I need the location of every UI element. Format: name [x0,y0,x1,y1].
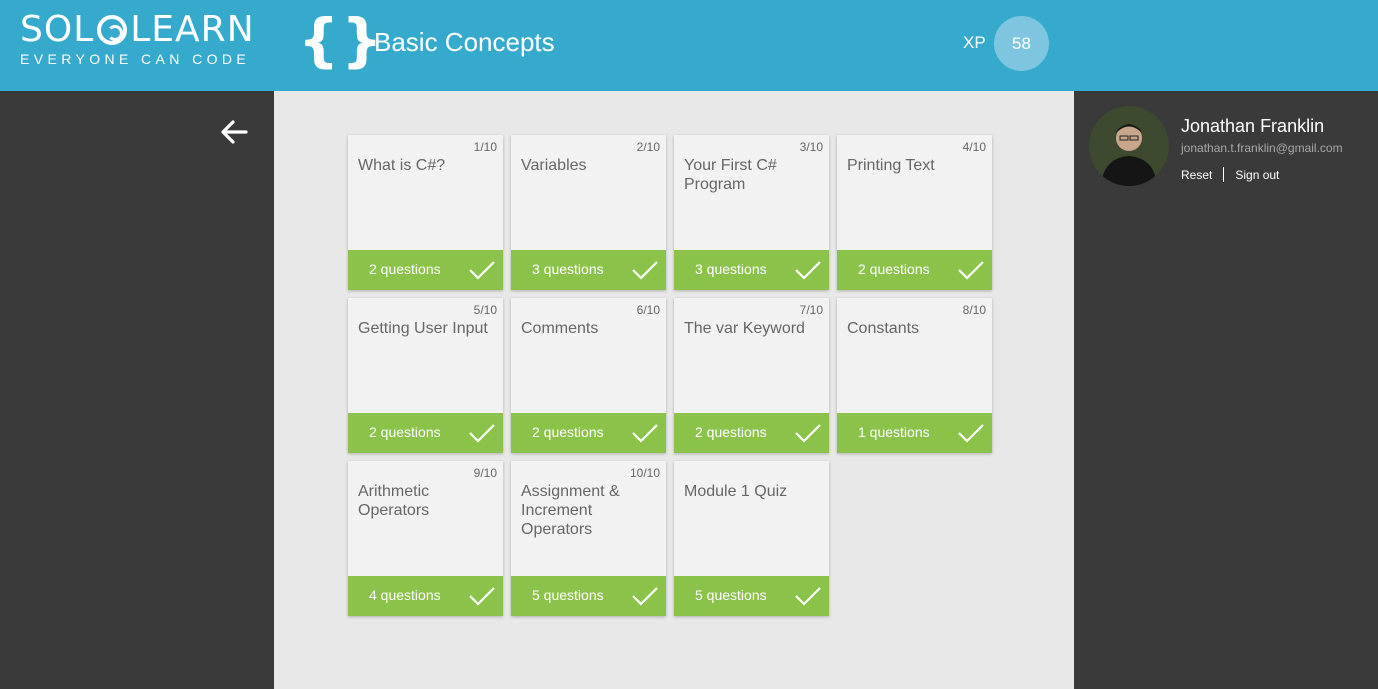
lesson-status-bar: 3 questions [674,250,829,290]
lesson-title: The var Keyword [684,320,805,337]
lesson-status-bar: 4 questions [348,576,503,616]
checkmark-icon [632,587,658,606]
lesson-card[interactable]: Module 1 Quiz 5 questions [674,461,829,616]
lesson-card[interactable]: 6/10 Comments 2 questions [511,298,666,453]
checkmark-icon [632,424,658,443]
back-button[interactable] [216,117,252,147]
arrow-left-icon [221,120,248,144]
lesson-card[interactable]: 5/10 Getting User Input 2 questions [348,298,503,453]
lesson-index: 1/10 [473,140,497,154]
top-header: SOL LEARN EVERYONE CAN CODE {} Basic Conc… [0,0,1378,91]
curly-braces-icon: {} [298,6,385,74]
lesson-card[interactable]: 1/10 What is C#? 2 questions [348,135,503,290]
lesson-card[interactable]: 9/10 Arithmetic Operators 4 questions [348,461,503,616]
user-panel: Jonathan Franklin jonathan.t.franklin@gm… [1074,91,1378,689]
xp-label: XP [963,33,986,52]
lesson-status-bar: 5 questions [674,576,829,616]
page-title: Basic Concepts [374,27,555,57]
lesson-index: 2/10 [636,140,660,154]
avatar [1089,106,1169,186]
lesson-card[interactable]: 2/10 Variables 3 questions [511,135,666,290]
lesson-index: 3/10 [799,140,823,154]
lesson-card[interactable]: 3/10 Your First C# Program 3 questions [674,135,829,290]
logo-swirl-icon [97,15,128,45]
question-count: 1 questions [858,424,930,440]
xp-badge: 58 [994,16,1049,71]
lesson-title: Assignment & Increment Operators [521,483,620,538]
lesson-status-bar: 2 questions [837,250,992,290]
sign-out-link[interactable]: Sign out [1235,168,1279,182]
lesson-index: 9/10 [473,466,497,480]
sololearn-logo[interactable]: SOL LEARN EVERYONE CAN CODE [20,10,255,68]
avatar-image [1089,106,1169,186]
lesson-status-bar: 2 questions [348,413,503,453]
checkmark-icon [632,261,658,280]
question-count: 2 questions [369,261,441,277]
question-count: 2 questions [369,424,441,440]
checkmark-icon [795,424,821,443]
question-count: 5 questions [532,587,604,603]
lesson-card[interactable]: 4/10 Printing Text 2 questions [837,135,992,290]
user-links: Reset Sign out [1181,167,1279,182]
question-count: 4 questions [369,587,441,603]
question-count: 2 questions [858,261,930,277]
checkmark-icon [795,261,821,280]
logo-wordmark-right: LEARN [130,9,255,50]
reset-link[interactable]: Reset [1181,168,1212,182]
logo-wordmark-left: SOL [20,9,95,50]
lesson-status-bar: 5 questions [511,576,666,616]
checkmark-icon [469,587,495,606]
lesson-card[interactable]: 8/10 Constants 1 questions [837,298,992,453]
lesson-status-bar: 2 questions [348,250,503,290]
lesson-index: 8/10 [962,303,986,317]
lesson-title: Arithmetic Operators [358,483,430,519]
question-count: 2 questions [695,424,767,440]
lesson-title: What is C#? [358,157,446,174]
left-panel [0,91,274,689]
checkmark-icon [958,261,984,280]
lesson-index: 7/10 [799,303,823,317]
lesson-index: 6/10 [636,303,660,317]
logo-tagline: EVERYONE CAN CODE [20,51,251,67]
user-email: jonathan.t.franklin@gmail.com [1181,141,1343,155]
lesson-status-bar: 1 questions [837,413,992,453]
lesson-card[interactable]: 10/10 Assignment & Increment Operators 5 q… [511,461,666,616]
lesson-status-bar: 3 questions [511,250,666,290]
lesson-title: Variables [521,157,587,174]
logo-wordmark: SOL LEARN [20,10,255,50]
lesson-index: 5/10 [473,303,497,317]
checkmark-icon [469,424,495,443]
lesson-status-bar: 2 questions [511,413,666,453]
checkmark-icon [795,587,821,606]
lesson-card[interactable]: 7/10 The var Keyword 2 questions [674,298,829,453]
user-name: Jonathan Franklin [1181,116,1325,136]
question-count: 2 questions [532,424,604,440]
question-count: 3 questions [532,261,604,277]
lesson-title: Constants [847,320,920,337]
question-count: 5 questions [695,587,767,603]
lesson-index: 4/10 [962,140,986,154]
question-count: 3 questions [695,261,767,277]
checkmark-icon [958,424,984,443]
lesson-status-bar: 2 questions [674,413,829,453]
lesson-index: 10/10 [629,466,660,480]
lesson-grid-area: 1/10 What is C#? 2 questions 2/10 Variables 3… [274,91,1074,689]
link-separator [1223,167,1225,182]
lesson-title: Comments [521,320,599,337]
lesson-title: Module 1 Quiz [684,483,788,500]
lesson-title: Your First C# Program [684,157,777,193]
checkmark-icon [469,261,495,280]
lesson-title: Getting User Input [358,320,488,337]
lesson-title: Printing Text [847,157,935,174]
